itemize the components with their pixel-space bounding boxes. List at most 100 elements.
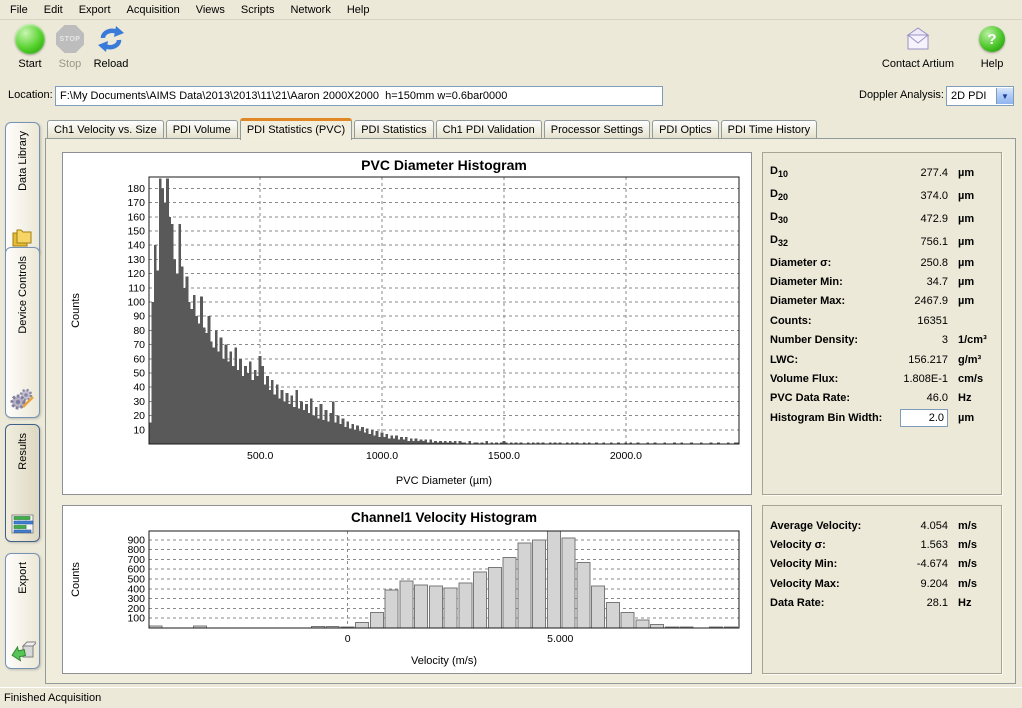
tab-pdi-optics[interactable]: PDI Optics: [652, 120, 719, 139]
doppler-analysis-label: Doppler Analysis:: [859, 89, 944, 101]
svg-text:90: 90: [133, 311, 145, 323]
stop-icon: STOP: [56, 25, 84, 53]
svg-text:110: 110: [128, 282, 145, 294]
menu-item-scripts[interactable]: Scripts: [233, 2, 283, 18]
stat-row-lwc: LWC:156.217g/m³: [763, 350, 1001, 369]
stat-value: 277.4: [890, 167, 948, 179]
reload-label: Reload: [88, 58, 134, 70]
tab-pdi-statistics-pvc[interactable]: PDI Statistics (PVC): [240, 118, 352, 140]
reload-button[interactable]: Reload: [88, 22, 134, 70]
velocity-histogram-panel: 10020030040050060070080090005.000Channel…: [62, 505, 752, 674]
stop-button[interactable]: STOP Stop: [50, 22, 90, 70]
tab-ch1-pdi-validation[interactable]: Ch1 PDI Validation: [436, 120, 542, 139]
stat-value: 374.0: [890, 190, 948, 202]
toolbar: Start STOP Stop Reload: [0, 20, 1022, 82]
stat-unit: µm: [948, 412, 994, 424]
stat-row-velocity: Velocity σ:1.563m/s: [763, 535, 1001, 554]
stat-label: Counts:: [770, 315, 890, 327]
stat-row-diameter-max: Diameter Max:2467.9µm: [763, 292, 1001, 311]
reload-icon: [96, 24, 126, 54]
contact-artium-label: Contact Artium: [874, 58, 962, 70]
menu-item-edit[interactable]: Edit: [36, 2, 71, 18]
stat-row-counts: Counts:16351: [763, 311, 1001, 330]
velocity-stats-panel: Average Velocity:4.054m/sVelocity σ:1.56…: [762, 505, 1002, 674]
tab-strip: Ch1 Velocity vs. SizePDI VolumePDI Stati…: [47, 117, 817, 139]
stat-row-d30: D30472.9µm: [763, 207, 1001, 230]
stat-value: 46.0: [890, 392, 948, 404]
stat-row-d10: D10277.4µm: [763, 161, 1001, 184]
stat-value: 156.217: [890, 354, 948, 366]
location-input[interactable]: [55, 86, 663, 106]
sidebar-item-label: Data Library: [17, 131, 29, 191]
stat-label: Diameter Min:: [770, 276, 890, 288]
tab-ch1-velocity-vs-size[interactable]: Ch1 Velocity vs. Size: [47, 120, 164, 139]
menu-item-network[interactable]: Network: [282, 2, 338, 18]
stat-value: 1.808E-1: [890, 373, 948, 385]
svg-text:PVC Diameter (µm): PVC Diameter (µm): [396, 475, 492, 487]
menu-item-help[interactable]: Help: [339, 2, 378, 18]
stat-label: D30: [770, 211, 890, 225]
start-button[interactable]: Start: [10, 22, 50, 70]
stat-value: 2467.9: [890, 295, 948, 307]
stat-value: 34.7: [890, 276, 948, 288]
menu-item-file[interactable]: File: [2, 2, 36, 18]
svg-text:1000.0: 1000.0: [366, 450, 398, 462]
help-button[interactable]: ? Help: [972, 22, 1012, 70]
stat-unit: m/s: [948, 520, 994, 532]
svg-text:20: 20: [133, 410, 145, 422]
sidebar-item-results[interactable]: Results: [5, 424, 40, 542]
stat-row-d32: D32756.1µm: [763, 230, 1001, 253]
stat-label: D20: [770, 188, 890, 202]
stop-label: Stop: [50, 58, 90, 70]
stat-unit: µm: [948, 295, 994, 307]
stat-row-histogram-bin-width: Histogram Bin Width:µm: [763, 408, 1001, 427]
stat-value: 16351: [890, 315, 948, 327]
menu-item-views[interactable]: Views: [188, 2, 233, 18]
stat-value: 4.054: [890, 520, 948, 532]
contact-artium-button[interactable]: Contact Artium: [874, 22, 962, 70]
tab-pdi-statistics[interactable]: PDI Statistics: [354, 120, 433, 139]
svg-text:Counts: Counts: [70, 293, 82, 328]
doppler-analysis-select[interactable]: 2D PDI ▼: [946, 86, 1014, 106]
stat-row-pvc-data-rate: PVC Data Rate:46.0Hz: [763, 389, 1001, 408]
stat-value: 3: [890, 334, 948, 346]
pvc-stats-panel: D10277.4µmD20374.0µmD30472.9µmD32756.1µm…: [762, 152, 1002, 495]
stat-unit: µm: [948, 213, 994, 225]
tab-pdi-time-history[interactable]: PDI Time History: [721, 120, 818, 139]
svg-text:120: 120: [127, 268, 145, 280]
svg-text:10: 10: [133, 424, 145, 436]
svg-text:40: 40: [133, 382, 145, 394]
stat-row-velocity-max: Velocity Max:9.204m/s: [763, 574, 1001, 593]
menu-item-export[interactable]: Export: [71, 2, 119, 18]
stat-label: Velocity Max:: [770, 578, 890, 590]
status-bar: Finished Acquisition: [0, 687, 1022, 708]
tab-processor-settings[interactable]: Processor Settings: [544, 120, 650, 139]
stat-unit: Hz: [948, 392, 994, 404]
help-label: Help: [972, 58, 1012, 70]
stat-label: PVC Data Rate:: [770, 392, 890, 404]
histogram-bin-width-input[interactable]: [900, 409, 948, 427]
stat-unit: µm: [948, 167, 994, 179]
sidebar-item-device-controls[interactable]: Device Controls: [5, 247, 40, 418]
folder-icon: [10, 227, 36, 249]
pvc-diameter-histogram-chart: 1020304050607080901001101201301401501601…: [63, 153, 749, 492]
svg-text:50: 50: [133, 367, 145, 379]
svg-text:5.000: 5.000: [547, 633, 573, 645]
stat-row-diameter-min: Diameter Min:34.7µm: [763, 272, 1001, 291]
stat-value: [890, 409, 948, 427]
stat-label: Diameter σ:: [770, 257, 890, 269]
sidebar-item-label: Device Controls: [17, 256, 29, 334]
tab-pdi-volume[interactable]: PDI Volume: [166, 120, 238, 139]
stat-label: Diameter Max:: [770, 295, 890, 307]
location-label: Location:: [8, 89, 53, 101]
menu-item-acquisition[interactable]: Acquisition: [119, 2, 188, 18]
sidebar-item-export[interactable]: Export: [5, 553, 40, 669]
stat-value: -4.674: [890, 558, 948, 570]
stat-unit: m/s: [948, 558, 994, 570]
stat-unit: µm: [948, 190, 994, 202]
sidebar-item-data-library[interactable]: Data Library: [5, 122, 40, 256]
svg-text:140: 140: [127, 240, 145, 252]
stat-row-data-rate: Data Rate:28.1Hz: [763, 594, 1001, 613]
stat-value: 9.204: [890, 578, 948, 590]
envelope-icon: [902, 26, 934, 52]
